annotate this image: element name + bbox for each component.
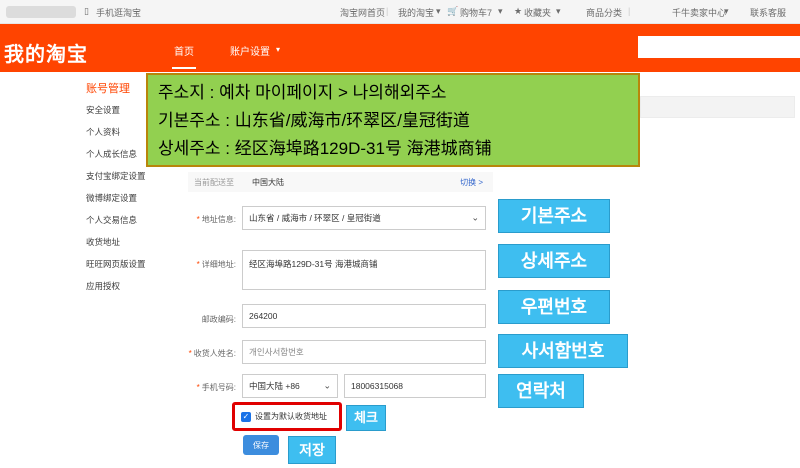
delivery-value: 中国大陆	[252, 178, 284, 187]
chevron-down-icon: ⌄	[471, 212, 479, 223]
detail-address-label: * 详细地址:	[196, 260, 236, 269]
region-label: * 地址信息:	[196, 215, 236, 224]
annotation-line: 상세주소 : 经区海埠路129D-31号 海港城商铺	[158, 139, 492, 158]
my-taobao-logo[interactable]: 我的淘宝	[4, 38, 88, 67]
sidebar-item-alipay[interactable]: 支付宝绑定设置	[86, 170, 146, 182]
sidebar-title: 账号管理	[86, 83, 130, 95]
default-address-checkbox-highlight[interactable]: ✓ 设置为默认收货地址	[232, 402, 342, 431]
sidebar-item-address[interactable]: 收货地址	[86, 236, 120, 248]
blurred-username	[6, 6, 76, 18]
receiver-name-label: * 收货人姓名:	[188, 349, 236, 358]
receiver-name-input[interactable]: 개인사서함번호	[242, 340, 486, 364]
sidebar-item-app-auth[interactable]: 应用授权	[86, 280, 120, 292]
chevron-down-icon: ▾	[556, 6, 561, 16]
tag-save: 저장	[288, 436, 336, 464]
annotation-line: 기본주소 : 山东省/威海市/环翠区/皇冠街道	[158, 111, 470, 130]
favorites-link[interactable]: 收藏夹	[524, 6, 551, 19]
default-address-label: 设置为默认收货地址	[255, 412, 327, 421]
checkbox-checked-icon[interactable]: ✓	[241, 411, 251, 422]
nav-home[interactable]: 首页	[172, 43, 196, 69]
my-taobao-link[interactable]: 我的淘宝	[398, 6, 434, 19]
zip-input[interactable]: 264200	[242, 304, 486, 328]
annotation-box: 주소지 : 예차 마이페이지 > 나의해외주소 기본주소 : 山东省/威海市/环…	[146, 73, 640, 167]
detail-address-textarea[interactable]: 经区海埠路129D-31号 海港城商铺	[242, 250, 486, 290]
header-bar: 我的淘宝 首页 账户设置 ▾	[0, 24, 800, 72]
zip-label: 邮政编码:	[201, 315, 236, 324]
switch-region-link[interactable]: 切换 >	[460, 177, 483, 188]
annotation-line: 주소지 : 예차 마이페이지 > 나의해외주소	[158, 83, 447, 102]
taobao-home-link[interactable]: 淘宝网首页	[340, 6, 385, 19]
tag-contact: 연락처	[498, 374, 584, 408]
phone-label: * 手机号码:	[196, 383, 236, 392]
save-button[interactable]: 保存	[243, 435, 279, 455]
tag-check: 체크	[346, 405, 386, 431]
header-search-input[interactable]	[638, 36, 800, 58]
mobile-taobao-link[interactable]: 手机逛淘宝	[96, 6, 141, 19]
top-bar: ▯ 手机逛淘宝 淘宝网首页 | 我的淘宝 ▾ 🛒 购物车7 ▾ ★ 收藏夹 ▾ …	[0, 0, 800, 24]
cart-icon[interactable]: 🛒	[447, 6, 458, 17]
chevron-down-icon: ⌄	[323, 380, 331, 391]
phone-input[interactable]: 18006315068	[344, 374, 486, 398]
cart-link[interactable]: 购物车7	[460, 6, 492, 19]
region-select[interactable]: 山东省 / 威海市 / 环翠区 / 皇冠街道 ⌄	[242, 206, 486, 230]
sidebar-item-profile[interactable]: 个人资料	[86, 126, 120, 138]
categories-link[interactable]: 商品分类	[586, 6, 622, 19]
delivery-region-row: 当前配送至 中国大陆 切换 >	[188, 172, 493, 192]
chevron-down-icon: ▾	[724, 6, 729, 16]
sidebar-item-trade-info[interactable]: 个人交易信息	[86, 214, 137, 226]
sidebar-item-growth[interactable]: 个人成长信息	[86, 148, 137, 160]
tag-detail-address: 상세주소	[498, 244, 610, 278]
sidebar-item-weibo[interactable]: 微博绑定设置	[86, 192, 137, 204]
delivery-label: 当前配送至	[194, 178, 234, 187]
sidebar-item-wangwang[interactable]: 旺旺网页版设置	[86, 258, 146, 270]
background-row	[640, 96, 795, 118]
seller-center-link[interactable]: 千牛卖家中心	[672, 6, 726, 19]
phone-country-select[interactable]: 中国大陆 +86 ⌄	[242, 374, 338, 398]
chevron-down-icon: ▾	[276, 45, 281, 54]
sidebar-item-security[interactable]: 安全设置	[86, 104, 120, 116]
star-icon: ★	[514, 6, 523, 16]
tag-basic-address: 기본주소	[498, 199, 610, 233]
chevron-down-icon: ▾	[498, 6, 503, 16]
mobile-icon: ▯	[84, 6, 89, 16]
divider: |	[386, 6, 389, 16]
divider: |	[628, 6, 631, 16]
tag-po-box: 사서함번호	[498, 334, 628, 368]
chevron-down-icon: ▾	[436, 6, 441, 16]
contact-service-link[interactable]: 联系客服	[750, 6, 786, 19]
tag-zip-code: 우편번호	[498, 290, 610, 324]
nav-account-settings[interactable]: 账户设置	[230, 43, 270, 58]
